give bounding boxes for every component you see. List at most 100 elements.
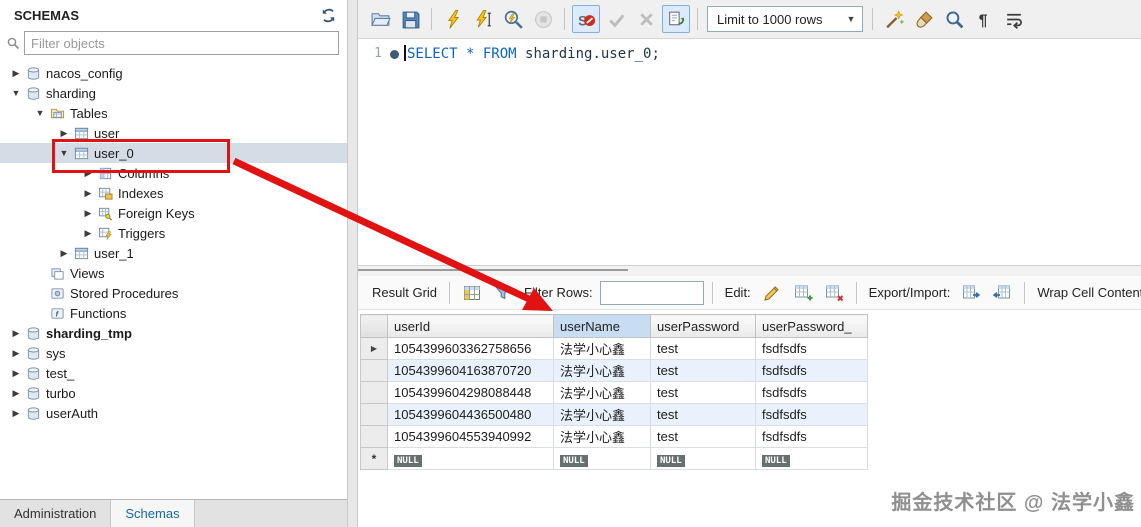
row-selector[interactable] [360, 381, 388, 404]
result-cell[interactable]: 1054399604298088448 [387, 381, 554, 404]
chevron-collapsed-icon[interactable]: ▶ [8, 388, 24, 399]
result-cell[interactable]: 法学小心鑫 [553, 403, 651, 426]
filter-objects-input[interactable] [24, 31, 339, 55]
result-cell[interactable]: test [650, 359, 756, 382]
tree-item-indexes[interactable]: ▶ Indexes [0, 183, 347, 203]
tree-item-label: userAuth [46, 405, 99, 421]
tree-item-triggers[interactable]: ▶ Triggers [0, 223, 347, 243]
tree-item-user[interactable]: ▶ user [0, 123, 347, 143]
tree-item-nacos-config[interactable]: ▶ nacos_config [0, 63, 347, 83]
filter-button[interactable] [489, 279, 517, 307]
horizontal-splitter[interactable] [358, 265, 1141, 276]
result-cell[interactable]: NULL [755, 447, 868, 470]
tree-item-sys[interactable]: ▶ sys [0, 343, 347, 363]
tab-administration[interactable]: Administration [0, 500, 112, 527]
result-cell[interactable]: NULL [553, 447, 651, 470]
chevron-collapsed-icon[interactable]: ▶ [80, 188, 96, 199]
splitter-grip[interactable] [358, 269, 628, 271]
tab-schemas[interactable]: Schemas [111, 500, 195, 527]
result-cell[interactable]: fsdfsdfs [755, 425, 868, 448]
chevron-collapsed-icon[interactable]: ▶ [8, 368, 24, 379]
clean-button[interactable] [910, 5, 938, 33]
result-cell[interactable]: test [650, 381, 756, 404]
result-cell[interactable]: 1054399603362758656 [387, 337, 554, 360]
chevron-collapsed-icon[interactable]: ▶ [56, 128, 72, 139]
vertical-splitter[interactable] [347, 0, 358, 527]
tree-item-turbo[interactable]: ▶ turbo [0, 383, 347, 403]
chevron-expanded-icon[interactable]: ▼ [32, 108, 48, 118]
chevron-collapsed-icon[interactable]: ▶ [8, 68, 24, 79]
chevron-collapsed-icon[interactable]: ▶ [80, 168, 96, 179]
find-button[interactable] [940, 5, 968, 33]
sql-code[interactable]: SELECT * FROM sharding.user_0; [404, 39, 660, 265]
tree-item-userauth[interactable]: ▶ userAuth [0, 403, 347, 423]
chevron-collapsed-icon[interactable]: ▶ [8, 408, 24, 419]
result-cell[interactable]: test [650, 403, 756, 426]
tree-item-sharding[interactable]: ▼ sharding [0, 83, 347, 103]
chevron-collapsed-icon[interactable]: ▶ [80, 228, 96, 239]
chevron-collapsed-icon[interactable]: ▶ [8, 348, 24, 359]
result-cell[interactable]: 法学小心鑫 [553, 381, 651, 404]
tree-item-foreign-keys[interactable]: ▶ Foreign Keys [0, 203, 347, 223]
limit-rows-dropdown[interactable]: Limit to 1000 rows ▼ [707, 6, 864, 32]
column-header-username[interactable]: userName [553, 314, 651, 338]
result-cell[interactable]: 1054399604553940992 [387, 425, 554, 448]
column-header-userid[interactable]: userId [387, 314, 554, 338]
execute-button[interactable] [439, 5, 467, 33]
column-header-userpassword[interactable]: userPassword_ [755, 314, 868, 338]
result-cell[interactable]: fsdfsdfs [755, 359, 868, 382]
beautify-button[interactable] [880, 5, 908, 33]
column-header-userpassword[interactable]: userPassword [650, 314, 756, 338]
tree-item-functions[interactable]: f Functions [0, 303, 347, 323]
tree-item-user-1[interactable]: ▶ user_1 [0, 243, 347, 263]
chevron-collapsed-icon[interactable]: ▶ [56, 248, 72, 259]
result-cell[interactable]: fsdfsdfs [755, 403, 868, 426]
result-cell[interactable]: NULL [387, 447, 554, 470]
result-cell[interactable]: fsdfsdfs [755, 337, 868, 360]
result-cell[interactable]: 法学小心鑫 [553, 425, 651, 448]
result-cell[interactable]: NULL [650, 447, 756, 470]
toggle-stop-on-error-button[interactable]: S [572, 5, 600, 33]
tree-item-label: Triggers [118, 225, 166, 241]
save-button[interactable] [396, 5, 424, 33]
grid-options-button[interactable] [458, 279, 486, 307]
append-row[interactable]: * NULL NULL NULL NULL [360, 447, 868, 470]
row-selector[interactable] [360, 425, 388, 448]
result-cell[interactable]: fsdfsdfs [755, 381, 868, 404]
sql-editor[interactable]: 1 SELECT * FROM sharding.user_0; [358, 39, 1141, 265]
tree-item-tables[interactable]: ▼ Tables [0, 103, 347, 123]
tree-item-user-0[interactable]: ▼ user_0 [0, 143, 347, 163]
chevron-expanded-icon[interactable]: ▼ [8, 88, 24, 98]
import-button[interactable] [988, 279, 1016, 307]
result-cell[interactable]: 1054399604436500480 [387, 403, 554, 426]
explain-button[interactable] [499, 5, 527, 33]
result-cell[interactable]: test [650, 337, 756, 360]
wrap-text-button[interactable] [1000, 5, 1028, 33]
toggle-autocommit-button[interactable] [662, 5, 690, 33]
chevron-collapsed-icon[interactable]: ▶ [8, 328, 24, 339]
append-row-selector[interactable]: * [360, 447, 388, 470]
result-cell[interactable]: 1054399604163870720 [387, 359, 554, 382]
show-invisibles-button[interactable]: ¶ [970, 5, 998, 33]
tree-item-columns[interactable]: ▶ Columns [0, 163, 347, 183]
open-file-button[interactable] [366, 5, 394, 33]
result-cell[interactable]: test [650, 425, 756, 448]
edit-record-button[interactable] [758, 279, 786, 307]
chevron-expanded-icon[interactable]: ▼ [56, 148, 72, 158]
tree-item-sharding-tmp[interactable]: ▶ sharding_tmp [0, 323, 347, 343]
insert-row-button[interactable] [789, 279, 817, 307]
tree-item-test[interactable]: ▶ test_ [0, 363, 347, 383]
tree-item-views[interactable]: Views [0, 263, 347, 283]
row-selector[interactable] [360, 403, 388, 426]
refresh-schemas-button[interactable] [320, 7, 337, 24]
result-cell[interactable]: 法学小心鑫 [553, 337, 651, 360]
row-selector[interactable] [360, 359, 388, 382]
row-selector[interactable]: ▶ [360, 337, 388, 360]
tree-item-stored-procedures[interactable]: Stored Procedures [0, 283, 347, 303]
chevron-collapsed-icon[interactable]: ▶ [80, 208, 96, 219]
delete-row-button[interactable] [820, 279, 848, 307]
filter-rows-input[interactable] [599, 280, 704, 305]
export-button[interactable] [957, 279, 985, 307]
execute-current-button[interactable] [469, 5, 497, 33]
result-cell[interactable]: 法学小心鑫 [553, 359, 651, 382]
